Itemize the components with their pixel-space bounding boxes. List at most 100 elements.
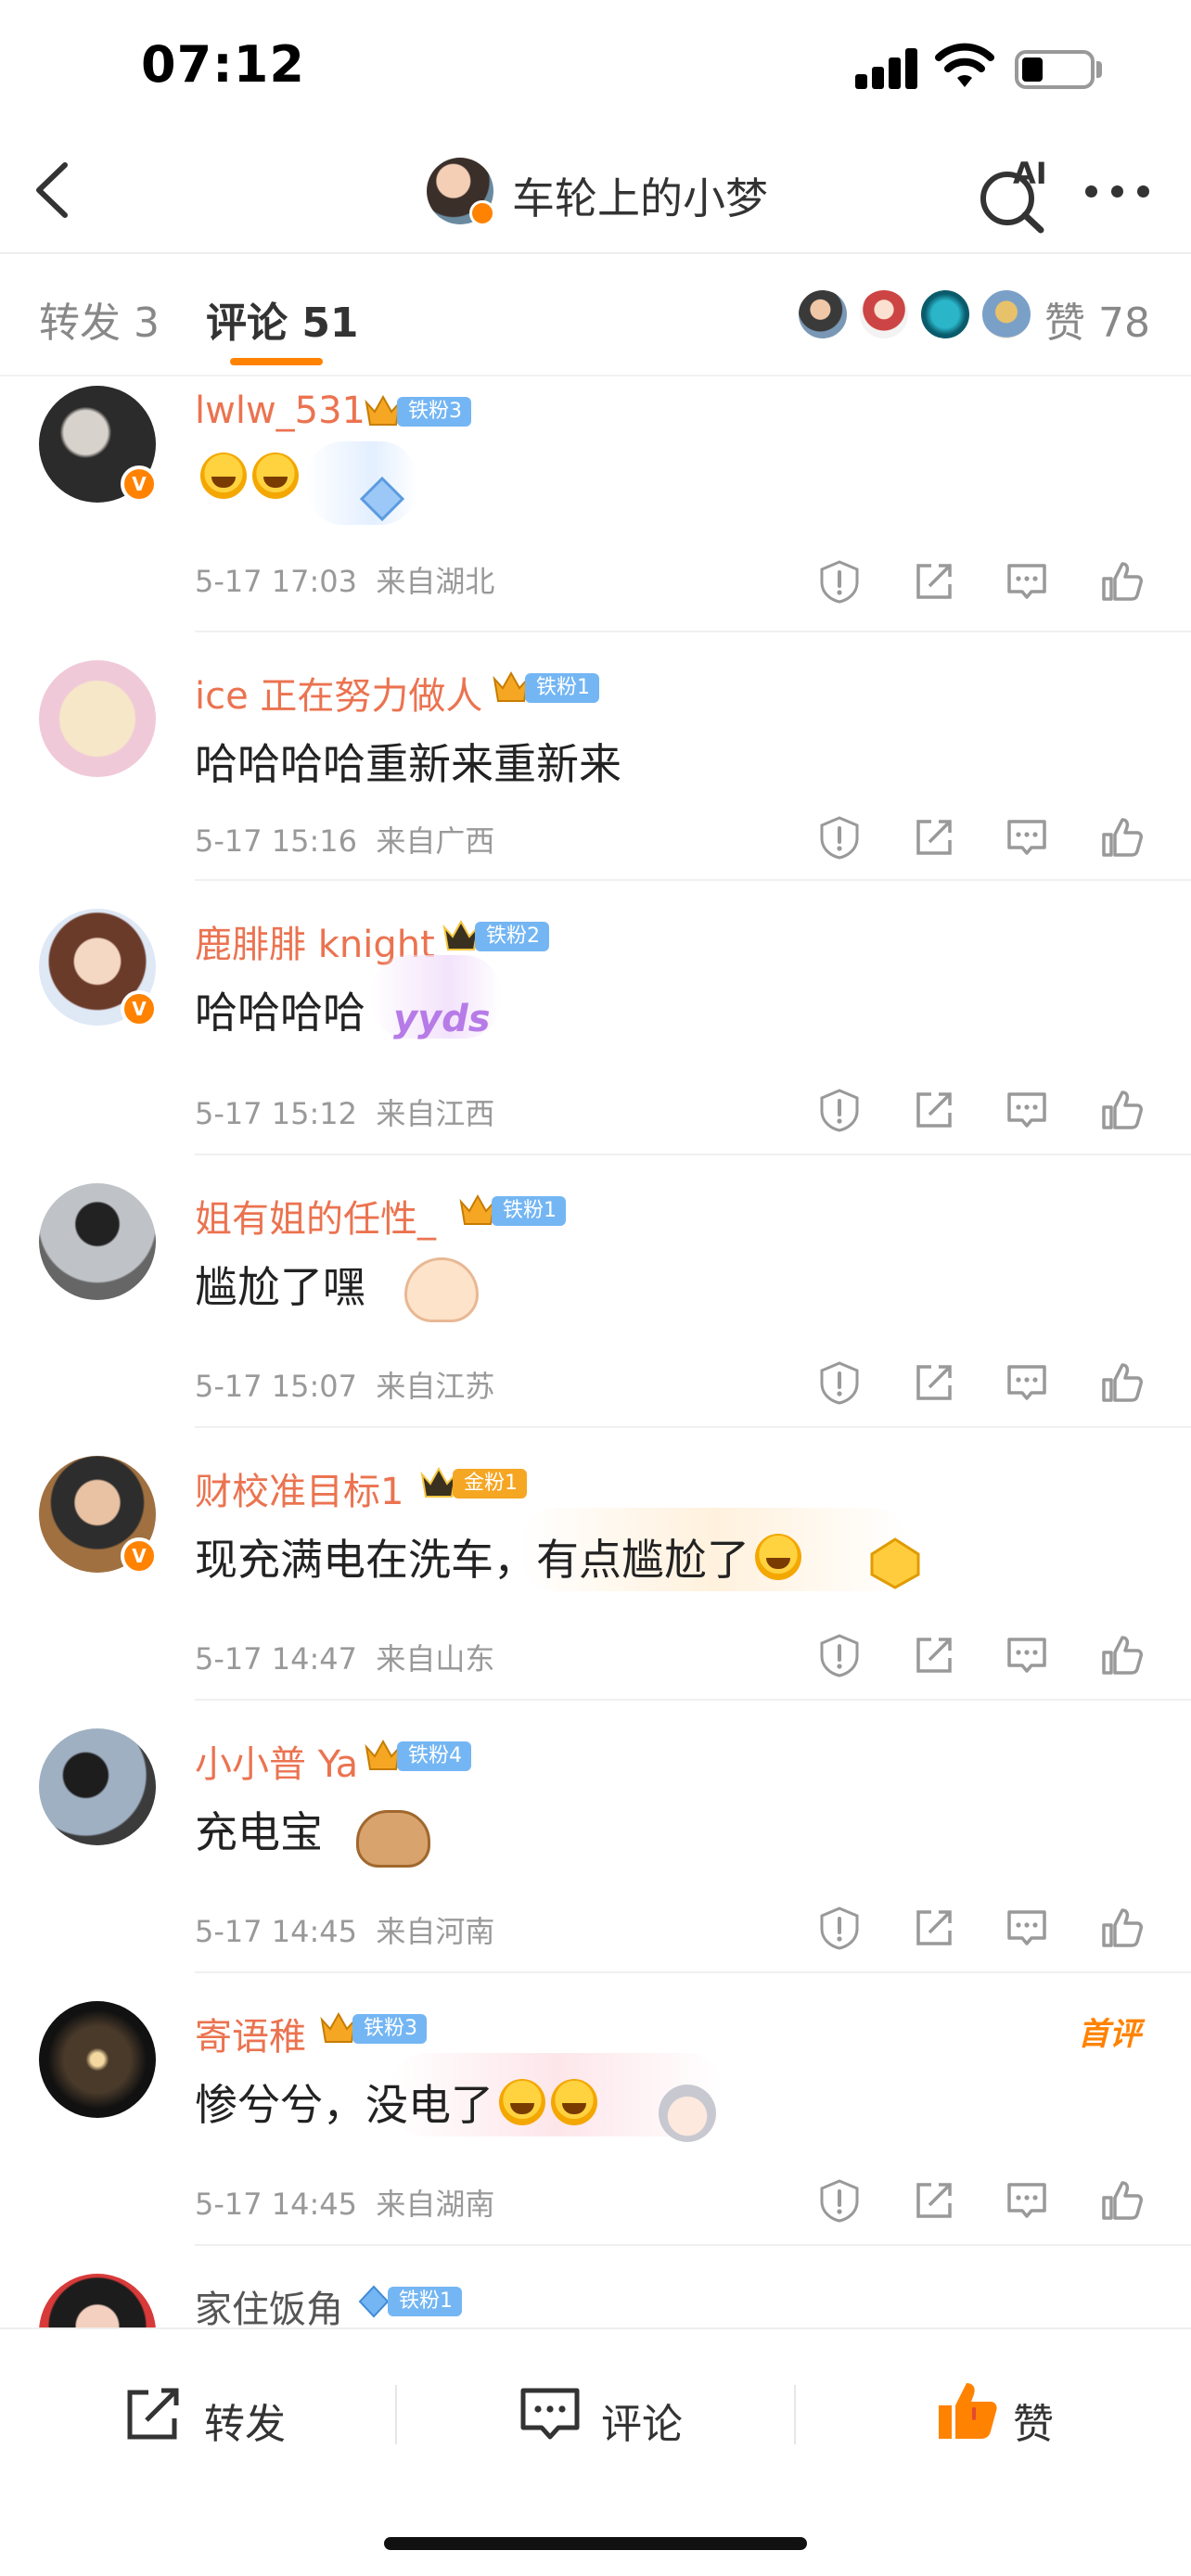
liker-avatar (857, 287, 911, 341)
commenter-name[interactable]: ice 正在努力做人 (195, 666, 482, 720)
capybara-sticker-icon (356, 1810, 430, 1868)
like-icon[interactable] (1098, 1087, 1145, 1133)
comment-actions (816, 2177, 1159, 2229)
commenter-avatar[interactable] (39, 2001, 156, 2118)
report-icon[interactable] (816, 2177, 863, 2224)
like-icon[interactable] (1098, 814, 1145, 861)
more-options-icon[interactable] (1085, 184, 1150, 198)
comment-time: 5-17 17:03 (195, 564, 358, 599)
comment-text: 现充满电在洗车，有点尴尬了 (195, 1526, 801, 1588)
repost-button[interactable]: 转发 (121, 2378, 306, 2452)
comment-item: ice 正在努力做人 铁粉1 哈哈哈哈重新来重新来 5-17 15:16 来自广… (0, 632, 1191, 881)
toolbar-separator (794, 2385, 796, 2444)
comment-time: 5-17 14:45 (195, 2187, 358, 2222)
comment-text: 哈哈哈哈重新来重新来 (195, 739, 621, 789)
fan-badge: 铁粉1 (492, 1196, 566, 1226)
comment-text: 充电宝 (195, 1807, 323, 1857)
report-icon[interactable] (816, 558, 863, 605)
tab-bar: 转发 3 评论 51 赞 78 (0, 254, 1191, 375)
share-icon[interactable] (911, 558, 957, 605)
liker-avatar (796, 287, 850, 341)
like-icon[interactable] (1098, 1359, 1145, 1406)
verified-badge-icon: V (121, 990, 158, 1027)
comment-location: 来自山东 (376, 1641, 495, 1677)
yyds-sticker: yyds (393, 998, 491, 1040)
comment-text: 哈哈哈哈 (195, 988, 365, 1038)
cellular-signal-icon (855, 48, 918, 89)
comment-button[interactable]: 评论 (518, 2378, 703, 2452)
commenter-name[interactable]: 家住饭角 (195, 2279, 343, 2327)
comment-meta: 5-17 14:45 来自河南 (195, 1908, 494, 1951)
reply-icon[interactable] (1004, 814, 1050, 861)
reply-icon[interactable] (1004, 1087, 1050, 1133)
commenter-avatar[interactable] (39, 2274, 156, 2327)
comment-actions (816, 1087, 1159, 1139)
report-icon[interactable] (816, 814, 863, 861)
comment-actions (816, 558, 1159, 610)
comment-time: 5-17 14:47 (195, 1641, 358, 1677)
commenter-avatar[interactable] (39, 1183, 156, 1300)
status-time: 07:12 (141, 35, 305, 94)
comment-item: V 鹿腓腓 knight 铁粉2 哈哈哈哈 yyds 5-17 15:12 来自… (0, 881, 1191, 1155)
comment-item: 小小普 Ya 铁粉4 充电宝 5-17 14:45 来自河南 (0, 1701, 1191, 1973)
reply-icon[interactable] (1004, 2177, 1050, 2224)
share-icon[interactable] (911, 1359, 957, 1406)
reply-icon[interactable] (1004, 1632, 1050, 1678)
liker-avatars[interactable] (796, 287, 1037, 343)
commenter-avatar[interactable] (39, 660, 156, 777)
like-icon[interactable] (1098, 2177, 1145, 2224)
comment-time: 5-17 14:45 (195, 1914, 358, 1949)
liker-avatar (980, 287, 1033, 341)
share-icon[interactable] (911, 1087, 957, 1133)
share-icon[interactable] (911, 2177, 957, 2224)
comment-item: 家住饭角 铁粉1 (0, 2246, 1191, 2327)
commenter-name[interactable]: 财校准目标1 (195, 1461, 403, 1515)
nav-bar: 车轮上的小梦 AI (0, 130, 1191, 252)
commenter-name[interactable]: 姐有姐的任性_ (195, 1189, 436, 1243)
comment-location: 来自河南 (376, 1914, 495, 1949)
active-tab-indicator (230, 358, 323, 365)
home-indicator[interactable] (384, 2537, 807, 2550)
like-label: 赞 (1013, 2401, 1054, 2448)
laughing-emoji-icon (252, 453, 299, 499)
status-bar: 07:12 (0, 0, 1191, 130)
report-icon[interactable] (816, 1087, 863, 1133)
commenter-name[interactable]: lwlw_531 (195, 389, 365, 432)
comment-text: 尴尬了嘿 (195, 1262, 365, 1312)
report-icon[interactable] (816, 1632, 863, 1678)
reply-icon[interactable] (1004, 558, 1050, 605)
comment-location: 来自湖北 (376, 564, 495, 599)
like-icon[interactable] (1098, 1905, 1145, 1951)
verified-badge-icon: V (121, 465, 158, 503)
comment-location: 来自湖南 (376, 2187, 495, 2222)
tab-likes[interactable]: 赞 78 (1044, 289, 1150, 349)
reply-icon[interactable] (1004, 1359, 1050, 1406)
comment-item: 姐有姐的任性_ 铁粉1 尴尬了嘿 5-17 15:07 来自江苏 (0, 1155, 1191, 1428)
comment-time: 5-17 15:16 (195, 823, 358, 859)
fan-badge: 铁粉3 (397, 397, 471, 427)
fan-badge: 金粉1 (453, 1469, 527, 1498)
report-icon[interactable] (816, 1905, 863, 1951)
share-icon[interactable] (911, 1905, 957, 1951)
verified-badge-icon: V (121, 1537, 158, 1575)
comment-label: 评论 (601, 2401, 683, 2448)
reply-icon[interactable] (1004, 1905, 1050, 1951)
share-icon[interactable] (911, 814, 957, 861)
report-icon[interactable] (816, 1359, 863, 1406)
first-comment-badge: 首评 (1078, 2016, 1141, 2053)
comment-meta: 5-17 14:47 来自山东 (195, 1636, 494, 1678)
commenter-name[interactable]: 小小普 Ya (195, 1734, 358, 1788)
back-arrow-icon[interactable] (26, 158, 82, 223)
comment-list[interactable]: V lwlw_531 铁粉3 5-17 17:03 来自湖北 ice 正在努力做… (0, 376, 1191, 2327)
tab-repost[interactable]: 转发 3 (39, 289, 160, 349)
girl-sticker-icon (659, 2085, 716, 2142)
like-icon[interactable] (1098, 1632, 1145, 1678)
tab-comment[interactable]: 评论 51 (206, 289, 359, 349)
author-name[interactable]: 车轮上的小梦 (512, 165, 768, 226)
share-icon[interactable] (911, 1632, 957, 1678)
commenter-avatar[interactable] (39, 1728, 156, 1845)
like-icon[interactable] (1098, 558, 1145, 605)
pig-sticker-icon (404, 1257, 479, 1322)
like-button[interactable]: 赞 (933, 2378, 1119, 2452)
commenter-name[interactable]: 寄语稚 (195, 2007, 306, 2060)
